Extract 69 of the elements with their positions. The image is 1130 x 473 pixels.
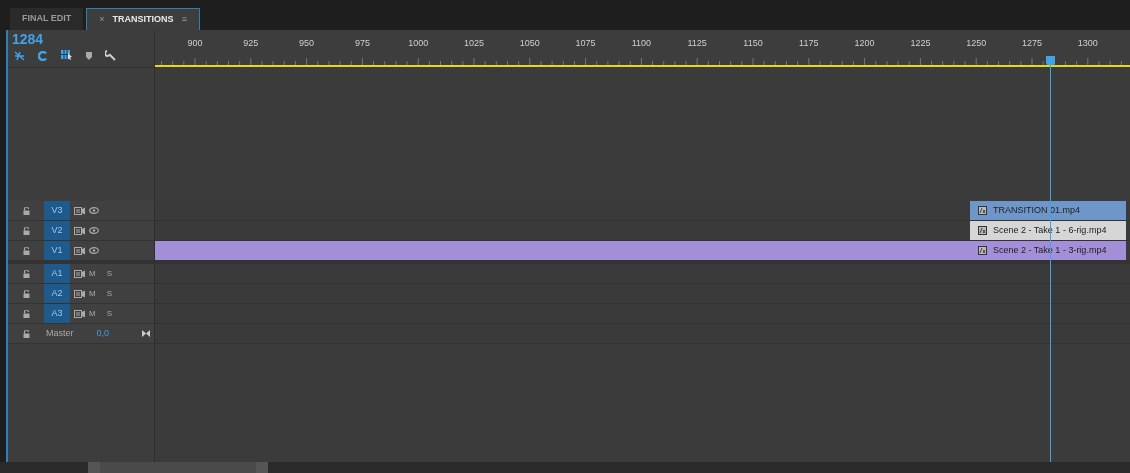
magnet-icon[interactable]	[38, 50, 48, 61]
ruler-label: 1275	[1022, 37, 1042, 50]
ruler-label: 1075	[575, 37, 596, 50]
lock-icon[interactable]	[22, 226, 30, 235]
snap-icon[interactable]	[14, 50, 25, 61]
fx-icon	[978, 246, 987, 255]
eye-icon[interactable]	[89, 207, 99, 214]
scrollbar-thumb[interactable]	[88, 462, 268, 473]
track-target[interactable]: A3	[44, 304, 70, 323]
ruler-label: 950	[299, 37, 315, 50]
film-icon[interactable]	[74, 309, 85, 318]
lock-icon[interactable]	[22, 246, 30, 255]
ruler-label: 1050	[519, 37, 540, 50]
film-icon[interactable]	[74, 226, 85, 235]
solo-toggle[interactable]: S	[106, 267, 112, 280]
ruler-label: 1150	[743, 37, 763, 50]
panel-tab[interactable]: FINAL EDIT	[10, 8, 84, 30]
volume-value[interactable]: 0,0	[96, 326, 110, 341]
bowtie-icon[interactable]	[142, 330, 150, 337]
lock-icon[interactable]	[22, 289, 30, 298]
marker-tool-icon[interactable]	[61, 50, 73, 61]
track-target[interactable]: A1	[44, 264, 70, 283]
ruler-label: 1100	[631, 37, 652, 50]
track-target[interactable]: V2	[44, 221, 70, 240]
clip-name: Scene 2 - Take 1 - 3-rig.mp4	[993, 243, 1107, 257]
lock-icon[interactable]	[22, 309, 30, 318]
ruler-label: 1025	[464, 37, 484, 50]
clip[interactable]: Scene 2 - Take 1 - 3-rig.mp4	[155, 241, 1126, 260]
wrench-icon[interactable]	[105, 50, 116, 61]
film-icon[interactable]	[74, 269, 85, 278]
track-target[interactable]: V3	[44, 201, 70, 220]
film-icon[interactable]	[74, 289, 85, 298]
solo-toggle[interactable]: S	[106, 307, 112, 320]
menu-icon[interactable]: ≡	[181, 12, 187, 27]
lock-icon[interactable]	[22, 269, 30, 278]
eye-icon[interactable]	[89, 247, 99, 254]
timecode[interactable]: 1284	[12, 31, 150, 47]
lock-icon[interactable]	[22, 206, 30, 215]
fx-icon	[978, 206, 987, 215]
tab-label: FINAL EDIT	[22, 12, 72, 26]
ruler-label: 900	[187, 37, 203, 50]
track-name: Master	[46, 326, 74, 340]
ruler-label: 1225	[910, 37, 931, 50]
mute-toggle[interactable]: M	[89, 267, 96, 280]
marker-icon[interactable]	[86, 51, 92, 60]
ruler-label: 1250	[966, 37, 987, 50]
ruler-label: 1300	[1077, 37, 1098, 50]
mute-toggle[interactable]: M	[89, 287, 96, 300]
fx-icon	[978, 226, 987, 235]
lock-icon[interactable]	[22, 329, 30, 338]
track-target[interactable]: V1	[44, 241, 70, 260]
ruler-label: 975	[354, 37, 370, 50]
film-icon[interactable]	[74, 246, 85, 255]
solo-toggle[interactable]: S	[106, 287, 112, 300]
playhead-handle[interactable]	[1046, 56, 1056, 65]
clip-name: TRANSITION 01.mp4	[993, 203, 1081, 217]
clip[interactable]: TRANSITION 01.mp4	[970, 201, 1126, 220]
ruler-label: 1200	[854, 37, 875, 50]
ruler-label: 1125	[687, 37, 707, 50]
mute-toggle[interactable]: M	[89, 307, 96, 320]
tab-label: TRANSITIONS	[112, 12, 174, 26]
track-target[interactable]: A2	[44, 284, 70, 303]
panel-tab[interactable]: × TRANSITIONS ≡	[86, 8, 200, 30]
film-icon[interactable]	[74, 206, 85, 215]
ruler-label: 925	[243, 37, 259, 50]
eye-icon[interactable]	[89, 227, 99, 234]
ruler-label: 1175	[799, 37, 819, 50]
close-icon[interactable]: ×	[99, 12, 105, 27]
ruler-label: 1000	[408, 37, 429, 50]
